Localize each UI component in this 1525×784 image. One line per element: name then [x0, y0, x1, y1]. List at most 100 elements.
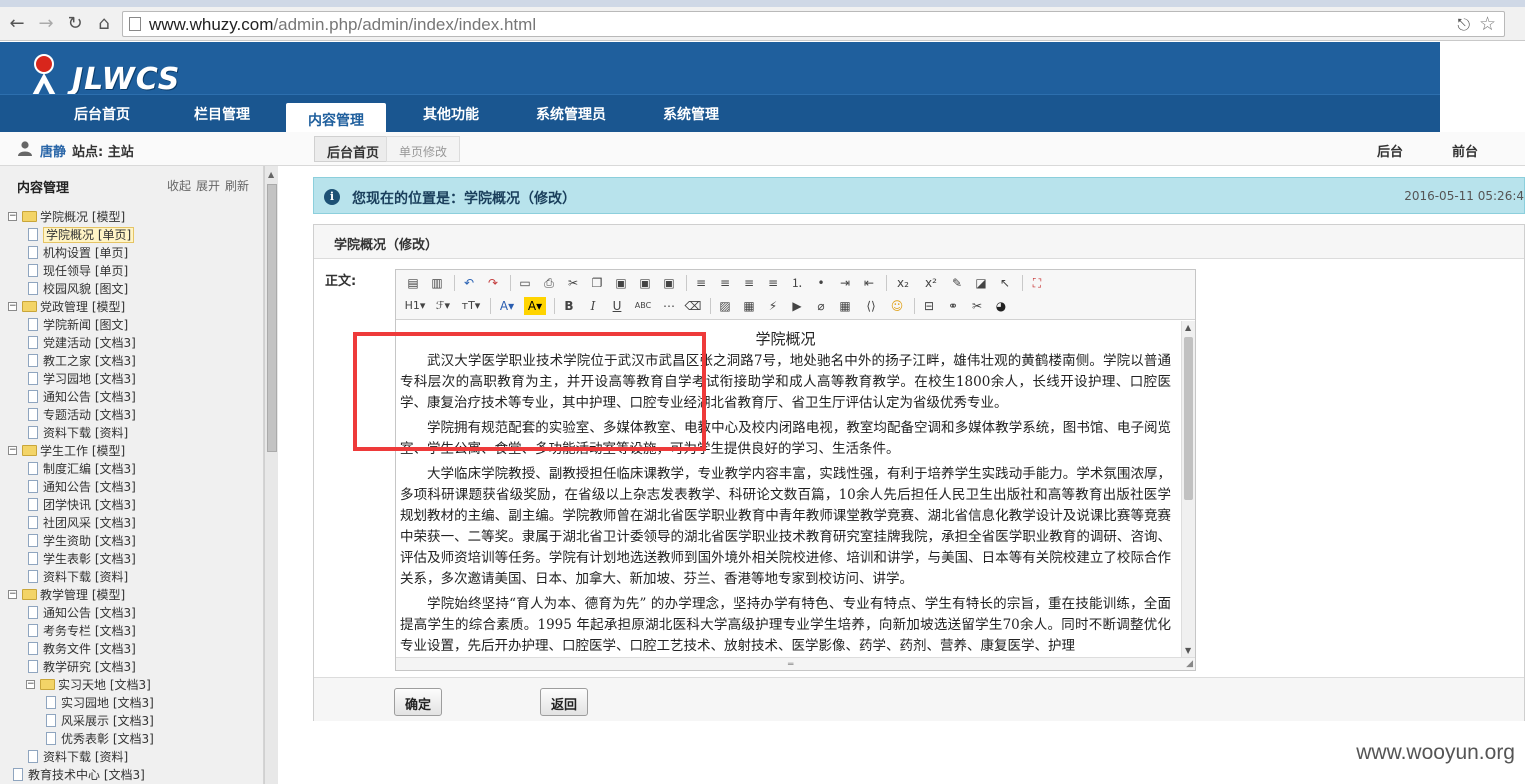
remove-format-icon[interactable]: ⌫ [684, 297, 702, 315]
select-icon[interactable]: ↖ [996, 274, 1014, 292]
underline-icon[interactable]: U [608, 297, 626, 315]
emoticon-icon[interactable]: ☺ [888, 297, 906, 315]
scroll-up-icon[interactable]: ▲ [1185, 323, 1191, 332]
tree-node[interactable]: 制度汇编 [文档3] [26, 460, 136, 478]
tree-node[interactable]: 机构设置 [单页] [26, 244, 128, 262]
bold-icon[interactable]: B [560, 297, 578, 315]
paste-icon[interactable]: ▣ [612, 274, 630, 292]
align-left-icon[interactable]: ≡ [692, 274, 710, 292]
scroll-up-icon[interactable]: ▲ [268, 170, 274, 179]
star-icon[interactable]: ☆ [1479, 13, 1496, 35]
tree-node[interactable]: 实习园地 [文档3] [44, 694, 154, 712]
tree-node[interactable]: 通知公告 [文档3] [26, 388, 136, 406]
indent-icon[interactable]: ⇥ [836, 274, 854, 292]
key-icon[interactable]: ⎋ [1457, 15, 1470, 35]
breadcrumb-current-tab[interactable]: 单页修改 [386, 136, 461, 162]
tree-node[interactable]: 教育技术中心 [文档3] [8, 766, 145, 784]
attachment-icon[interactable]: ⌀ [812, 297, 830, 315]
source-icon[interactable]: ▤ [404, 274, 422, 292]
tree-node[interactable]: 教工之家 [文档3] [26, 352, 136, 370]
editor-content[interactable]: 学院概况 武汉大学医学职业技术学院位于武汉市武昌区张之洞路7号，地处驰名中外的扬… [396, 321, 1181, 657]
resize-grip-icon[interactable]: ═ [788, 660, 793, 670]
multi-image-icon[interactable]: ▦ [740, 297, 758, 315]
link-icon[interactable]: ⚭ [944, 297, 962, 315]
table-icon[interactable]: ▦ [836, 297, 854, 315]
tree-node[interactable]: 学生表彰 [文档3] [26, 550, 136, 568]
highlight-color-icon[interactable]: A▾ [524, 297, 546, 315]
unlink-icon[interactable]: ✂ [968, 297, 986, 315]
tree-node[interactable]: 学院新闻 [图文] [26, 316, 128, 334]
font-color-icon[interactable]: A▾ [496, 297, 518, 315]
justify-icon[interactable]: ≡ [764, 274, 782, 292]
tree-node[interactable]: 教务文件 [文档3] [26, 640, 136, 658]
collapse-toggle-icon[interactable]: − [26, 680, 35, 689]
tree-node[interactable]: 资料下载 [资料] [26, 424, 128, 442]
tree-node[interactable]: 校园风貌 [图文] [26, 280, 128, 298]
tree-node[interactable]: 教学研究 [文档3] [26, 658, 136, 676]
tree-node[interactable]: 专题活动 [文档3] [26, 406, 136, 424]
cut-icon[interactable]: ✂ [564, 274, 582, 292]
subscript-icon[interactable]: x₂ [892, 274, 914, 292]
align-center-icon[interactable]: ≡ [716, 274, 734, 292]
fullscreen-icon[interactable]: ⛶ [1028, 274, 1046, 292]
collapse-toggle-icon[interactable]: − [8, 302, 17, 311]
paste-word-icon[interactable]: ▣ [660, 274, 678, 292]
copy-icon[interactable]: ❐ [588, 274, 606, 292]
tree-node[interactable]: − 实习天地 [文档3] [26, 676, 151, 694]
paste-text-icon[interactable]: ▣ [636, 274, 654, 292]
horizontal-rule-icon[interactable]: ⋯ [660, 297, 678, 315]
reload-icon[interactable]: ↻ [64, 14, 86, 36]
flash-icon[interactable]: ⚡ [764, 297, 782, 315]
editor-scrollbar[interactable]: ▲ ▼ [1181, 321, 1195, 657]
nav-home[interactable]: 后台首页 [74, 104, 130, 124]
font-size-icon[interactable]: тT▾ [460, 297, 482, 315]
tree-node[interactable]: 学习园地 [文档3] [26, 370, 136, 388]
code-icon[interactable]: ⟨⟩ [860, 297, 882, 315]
forward-arrow-icon[interactable]: → [35, 14, 57, 36]
collapse-toggle-icon[interactable]: − [8, 212, 17, 221]
undo-icon[interactable]: ↶ [460, 274, 478, 292]
print-icon[interactable]: ⎙ [540, 274, 558, 292]
ordered-list-icon[interactable]: ⒈ [788, 274, 806, 292]
tree-node[interactable]: 优秀表彰 [文档3] [44, 730, 154, 748]
tree-node[interactable]: − 党政管理 [模型] [8, 298, 125, 316]
select-all-icon[interactable]: ◪ [972, 274, 990, 292]
tree-node[interactable]: 社团风采 [文档3] [26, 514, 136, 532]
tree-node[interactable]: 资料下载 [资料] [26, 568, 128, 586]
strikethrough-icon[interactable]: ABC [632, 297, 654, 315]
scrollbar-thumb[interactable] [267, 184, 277, 452]
nav-other-functions[interactable]: 其他功能 [423, 104, 479, 124]
tree-node[interactable]: 团学快讯 [文档3] [26, 496, 136, 514]
tree-node[interactable]: 通知公告 [文档3] [26, 478, 136, 496]
back-arrow-icon[interactable]: ← [6, 14, 28, 36]
image-icon[interactable]: ▨ [716, 297, 734, 315]
breadcrumb-home-tab[interactable]: 后台首页 [314, 136, 393, 162]
tree-node[interactable]: 学院概况 [单页] [26, 226, 135, 244]
back-button[interactable]: 返回 [540, 688, 589, 716]
tree-node[interactable]: − 教学管理 [模型] [8, 586, 125, 604]
redo-icon[interactable]: ↷ [484, 274, 502, 292]
collapse-toggle-icon[interactable]: − [8, 590, 17, 599]
italic-icon[interactable]: I [584, 297, 602, 315]
resize-corner-icon[interactable]: ◢ [1186, 659, 1193, 669]
expand-all-link[interactable]: 展开 [196, 179, 220, 193]
home-icon[interactable]: ⌂ [93, 14, 115, 36]
preview-icon[interactable]: ▭ [516, 274, 534, 292]
scroll-down-icon[interactable]: ▼ [1185, 646, 1191, 655]
tree-node[interactable]: 资料下载 [资料] [26, 748, 128, 766]
editor-scrollbar-thumb[interactable] [1184, 337, 1193, 500]
tree-node[interactable]: 风采展示 [文档3] [44, 712, 154, 730]
heading-icon[interactable]: H1▾ [404, 297, 426, 315]
page-break-icon[interactable]: ⊟ [920, 297, 938, 315]
superscript-icon[interactable]: x² [920, 274, 942, 292]
font-family-icon[interactable]: ℱ▾ [432, 297, 454, 315]
collapse-toggle-icon[interactable]: − [8, 446, 17, 455]
nav-column-manage[interactable]: 栏目管理 [194, 104, 250, 124]
editor-resize-bar[interactable]: ═ ◢ [396, 657, 1195, 670]
nav-system-manage[interactable]: 系统管理 [663, 104, 719, 124]
outdent-icon[interactable]: ⇤ [860, 274, 878, 292]
collapse-all-link[interactable]: 收起 [167, 179, 191, 193]
tree-node[interactable]: 现任领导 [单页] [26, 262, 128, 280]
backend-link[interactable]: 后台 [1377, 141, 1403, 160]
tree-node[interactable]: − 学院概况 [模型] [8, 208, 125, 226]
